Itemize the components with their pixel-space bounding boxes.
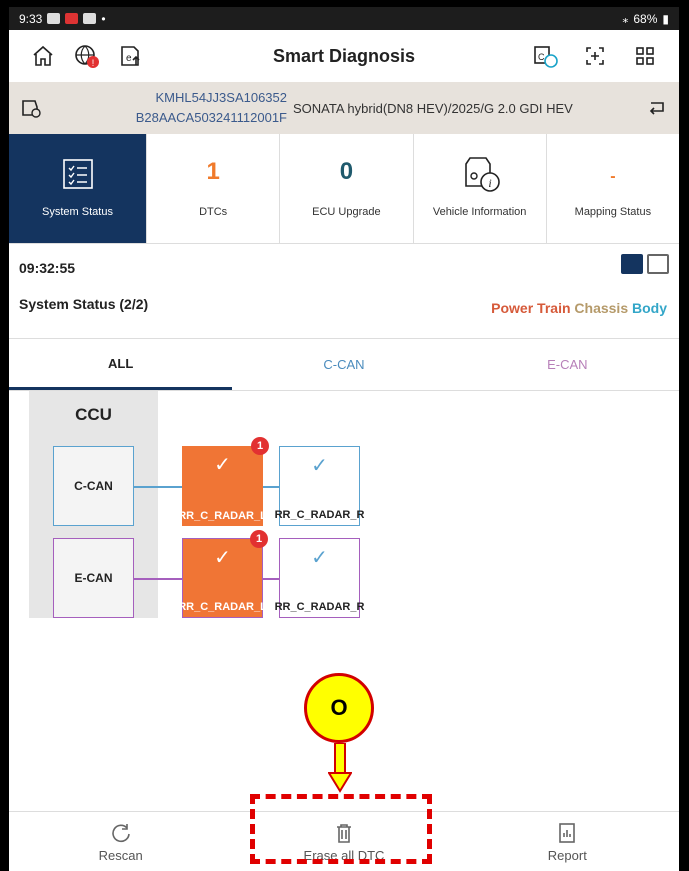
c-can-link-2 [263, 486, 279, 488]
check-icon: ✓ [311, 455, 328, 477]
callout-arrow-icon [328, 743, 352, 793]
dtc-count: 1 [206, 158, 220, 185]
battery-level: 68% [633, 11, 658, 26]
topology-view-icon[interactable] [621, 254, 643, 274]
dtc-badge: 1 [251, 437, 269, 455]
report-button[interactable]: Report [456, 812, 679, 871]
svg-text:C: C [538, 52, 545, 62]
tab-all[interactable]: ALL [9, 339, 233, 390]
tab-label: ECU Upgrade [312, 206, 381, 218]
ecu-upgrade-count: 0 [339, 158, 354, 185]
tab-label: Vehicle Information [432, 206, 527, 218]
app-bar: ! e Smart Diagnosis C [9, 30, 679, 82]
ccu-label: CCU [75, 405, 112, 424]
ecu-label: RR_C_RADAR_L [178, 601, 267, 613]
vin-block: KMHL54JJ3SA106352 B28AACA503241112001F [47, 88, 287, 128]
status-time: 9:33 [19, 11, 43, 26]
ecu-node-c-rr-radar-r[interactable]: ✓ RR_C_RADAR_R [275, 446, 364, 526]
gallery-notification-icon [47, 13, 61, 24]
tab-vehicle-information[interactable]: i Vehicle Information [414, 134, 547, 243]
tab-mapping-status[interactable]: - Mapping Status [547, 134, 679, 243]
svg-text:e: e [126, 53, 132, 64]
vehicle-bar: KMHL54JJ3SA106352 B28AACA503241112001F S… [9, 82, 679, 134]
return-icon[interactable] [645, 95, 669, 122]
rescan-icon [111, 824, 130, 843]
check-icon: ✓ [214, 547, 231, 569]
tab-e-can[interactable]: E-CAN [456, 339, 679, 390]
network-tabs: ALL C-CAN E-CAN [9, 339, 679, 391]
report-label: Report [547, 848, 587, 863]
signal-icon: ⁎ [622, 11, 629, 26]
tab-label: Mapping Status [574, 206, 652, 218]
tab-label: System Status [42, 206, 113, 218]
ecu-node-c-rr-radar-l[interactable]: ✓ RR_C_RADAR_L 1 [178, 437, 269, 526]
scan-time: 09:32:55 [19, 260, 76, 276]
c-can-link-1 [134, 486, 182, 488]
dtc-badge: 1 [250, 530, 268, 548]
e-can-link-2 [263, 578, 279, 580]
vin-line1: KMHL54JJ3SA106352 [155, 90, 287, 105]
vin-line2: B28AACA503241112001F [135, 110, 287, 125]
svg-text:i: i [488, 176, 491, 190]
check-icon: ✓ [311, 547, 328, 569]
vehicle-diagnosis-icon [19, 95, 43, 122]
status-bar: 9:33 • ⁎ 68% ▮ [9, 7, 679, 30]
callout-marker: O [304, 673, 374, 743]
info-bar: 09:32:55 System Status (2/2) Power Train… [9, 244, 679, 339]
tab-label: DTCs [199, 206, 228, 218]
report-icon [559, 823, 576, 843]
list-view-icon[interactable] [647, 254, 669, 274]
battery-icon: ▮ [662, 11, 669, 26]
connection-status-icon[interactable]: C [523, 36, 567, 76]
e-can-link-1 [134, 578, 182, 580]
ecu-upload-icon[interactable]: e [109, 36, 153, 76]
vehicle-info-icon: i [458, 156, 502, 199]
ecu-node-e-rr-radar-l[interactable]: ✓ RR_C_RADAR_L 1 [178, 530, 268, 618]
ecu-label: RR_C_RADAR_R [274, 509, 365, 521]
legend-power-train[interactable]: Power Train [491, 300, 570, 316]
summary-tabs: System Status 1 DTCs 0 ECU Upgrade i Veh… [9, 134, 679, 244]
bus-c-can[interactable]: C-CAN [53, 446, 134, 526]
home-icon[interactable] [21, 36, 65, 76]
svg-text:!: ! [92, 58, 95, 68]
ecu-label: RR_C_RADAR_R [274, 601, 365, 613]
news-notification-icon [65, 13, 79, 24]
globe-alert-icon[interactable]: ! [65, 36, 109, 76]
tab-ecu-upgrade[interactable]: 0 ECU Upgrade [280, 134, 414, 243]
legend-chassis[interactable]: Chassis [574, 300, 628, 316]
ecu-label: RR_C_RADAR_L [178, 510, 267, 522]
legend-body[interactable]: Body [632, 300, 667, 316]
rescan-button[interactable]: Rescan [9, 812, 232, 871]
grid-menu-icon[interactable] [623, 36, 667, 76]
category-legend: Power Train Chassis Body [491, 300, 667, 316]
tab-c-can[interactable]: C-CAN [232, 339, 455, 390]
ecu-node-e-rr-radar-r[interactable]: ✓ RR_C_RADAR_R [275, 538, 364, 618]
bus-e-can[interactable]: E-CAN [53, 538, 134, 618]
more-notifications-icon: • [101, 11, 106, 26]
vehicle-model: SONATA hybrid(DN8 HEV)/2025/G 2.0 GDI HE… [293, 100, 573, 116]
tab-system-status[interactable]: System Status [9, 134, 147, 243]
rescan-label: Rescan [98, 848, 143, 863]
app-notification-icon [83, 13, 97, 24]
system-status-icon [60, 156, 96, 195]
mapping-status-value: - [610, 168, 616, 185]
check-icon: ✓ [214, 454, 231, 476]
view-toggle [621, 254, 669, 274]
scan-icon[interactable] [573, 36, 617, 76]
erase-highlight-box [250, 794, 432, 864]
tab-dtcs[interactable]: 1 DTCs [147, 134, 281, 243]
